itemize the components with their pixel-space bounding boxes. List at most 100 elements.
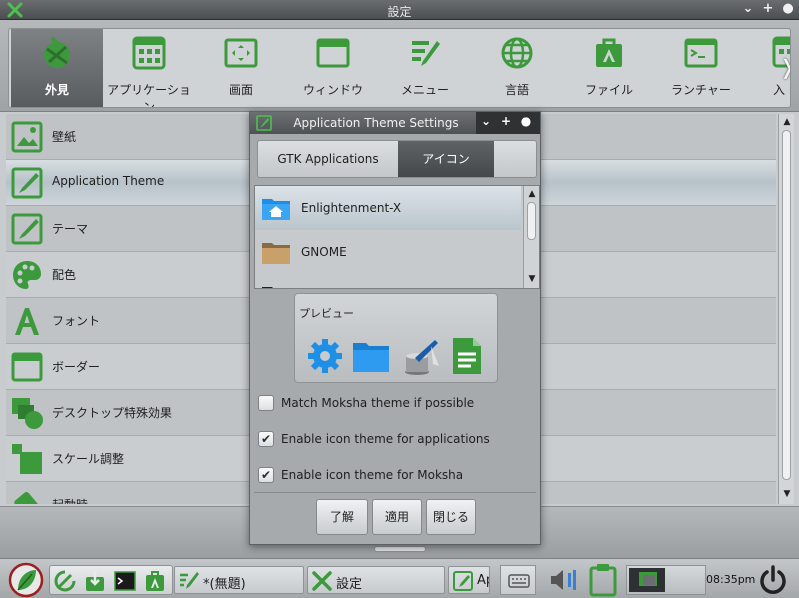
settings-icon [312,571,332,591]
task-application-theme[interactable]: Ap [448,566,490,594]
category-screen[interactable]: 画面 [195,29,287,107]
category-language[interactable]: 言語 [471,29,563,107]
text-editor-icon [405,340,439,375]
window-icon [316,38,350,68]
category-appearance[interactable]: 外見 [11,29,103,107]
editor-icon [180,572,199,589]
resize-handle[interactable] [374,546,426,552]
dialog-titlebar[interactable]: Application Theme Settings ⌄ + ● [250,112,540,134]
app-theme-icon [453,571,473,591]
icon-theme-item[interactable]: Enlightenment-X [255,186,521,230]
applications-icon [132,36,166,70]
category-label: ランチャー [671,83,731,97]
pager[interactable] [626,565,706,595]
launcher-bar [49,565,173,595]
folder-icon [262,287,273,288]
scroll-down-arrow-icon[interactable]: ▼ [526,273,538,285]
refresh-icon[interactable] [53,569,77,593]
task-label: Ap [477,573,489,588]
category-label: 外見 [44,83,69,97]
category-label: 言語 [504,83,529,97]
scroll-up-arrow-icon[interactable]: ▲ [526,188,538,200]
icon-theme-item[interactable] [255,274,521,288]
category-applications[interactable]: アプリケーション [103,29,195,107]
dialog-maximize-button[interactable]: + [498,114,514,128]
theme-brush-icon [11,213,43,245]
list-item-label: テーマ [52,222,89,236]
dialog-title: Application Theme Settings [293,116,459,130]
folder-icon [353,343,389,372]
category-label: アプリケーション [107,83,191,108]
dialog-separator [254,492,536,493]
window-close-button[interactable]: ● [780,1,796,17]
preview-label: プレビュー [299,307,354,320]
task-label: 設定 [336,577,363,592]
brush-icon [11,167,43,199]
close-button[interactable]: 閉じる [426,499,476,535]
folder-icon [262,243,290,264]
checkbox-label: Enable icon theme for Moksha [281,468,464,482]
category-label: メニュー [400,83,449,97]
enable-icon-theme-applications-checkbox[interactable]: ✔ Enable icon theme for applications [258,429,528,449]
dialog-minimize-button[interactable]: ⌄ [478,114,494,128]
tab-icons[interactable]: アイコン [398,141,494,177]
list-item-label: フォント [52,314,101,328]
checkbox-label: Match Moksha theme if possible [281,396,475,410]
checkbox-box[interactable]: ✔ [258,467,274,483]
icon-theme-list-scrollbar[interactable]: ▲ ▼ [523,186,539,288]
window-titlebar[interactable]: 設定 ⌄ + ● [0,0,799,20]
task-settings[interactable]: 設定 [307,566,445,594]
terminal-icon[interactable] [113,569,137,593]
category-files[interactable]: ファイル [563,29,655,107]
document-icon [453,338,481,374]
palette-icon [13,261,41,289]
category-window[interactable]: ウィンドウ [287,29,379,107]
gear-icon [308,339,342,373]
category-menu[interactable]: メニュー [379,29,471,107]
category-toolbar: ❬ 外見 アプリケーション 画面 [0,20,799,112]
checkbox-label: Enable icon theme for applications [281,432,490,446]
power-icon[interactable] [757,564,789,596]
menu-icon [412,41,440,66]
volume-icon[interactable] [547,567,579,593]
category-launcher[interactable]: ランチャー [655,29,747,107]
scroll-up-arrow-icon[interactable]: ▲ [781,116,793,128]
appearance-icon [44,37,70,68]
files-icon[interactable] [143,569,167,593]
taskbar: *(無題) 設定 Ap 08:35pm [0,558,799,598]
settings-list-scrollbar[interactable]: ▲ ▼ [778,114,794,504]
download-icon[interactable] [83,569,107,593]
category-label: ウィンドウ [302,83,363,97]
scrollbar-thumb[interactable] [782,130,791,480]
enable-icon-theme-moksha-checkbox[interactable]: ✔ Enable icon theme for Moksha [258,465,528,485]
keyboard-tray[interactable] [500,565,536,595]
window-maximize-button[interactable]: + [760,1,776,17]
checkbox-box[interactable] [258,395,274,411]
task-untitled-editor[interactable]: *(無題) [174,566,304,594]
icon-theme-item[interactable]: GNOME [255,230,521,274]
window-minimize-button[interactable]: ⌄ [740,1,756,17]
keyboard-icon [508,574,530,588]
apply-button[interactable]: 適用 [372,499,422,535]
icon-theme-name: Enlightenment-X [301,201,402,215]
start-menu-icon[interactable] [6,562,46,598]
font-icon [15,308,39,335]
dialog-close-button[interactable]: ● [518,114,534,128]
clipboard-icon[interactable] [588,563,618,597]
tab-gtk-applications[interactable]: GTK Applications [258,141,398,177]
scrollbar-thumb[interactable] [527,202,536,240]
files-icon [596,38,622,67]
toolbar-scroll-right-button[interactable]: ❭ [779,55,790,79]
checkbox-box[interactable]: ✔ [258,431,274,447]
list-item-label: 起動時 [52,496,88,504]
scroll-down-arrow-icon[interactable]: ▼ [781,488,793,500]
ok-button[interactable]: 了解 [316,499,368,535]
pager-desktop-icon[interactable] [629,568,665,592]
match-moksha-theme-checkbox[interactable]: Match Moksha theme if possible [258,393,528,413]
category-label: 入 [772,83,785,97]
list-item-label: スケール調整 [52,452,125,466]
icon-theme-list: Enlightenment-X GNOME ▲ ▼ [254,185,540,289]
list-item-label: デスクトップ特殊効果 [52,406,173,420]
icon-theme-name: GNOME [301,245,347,259]
startup-icon [14,492,40,504]
